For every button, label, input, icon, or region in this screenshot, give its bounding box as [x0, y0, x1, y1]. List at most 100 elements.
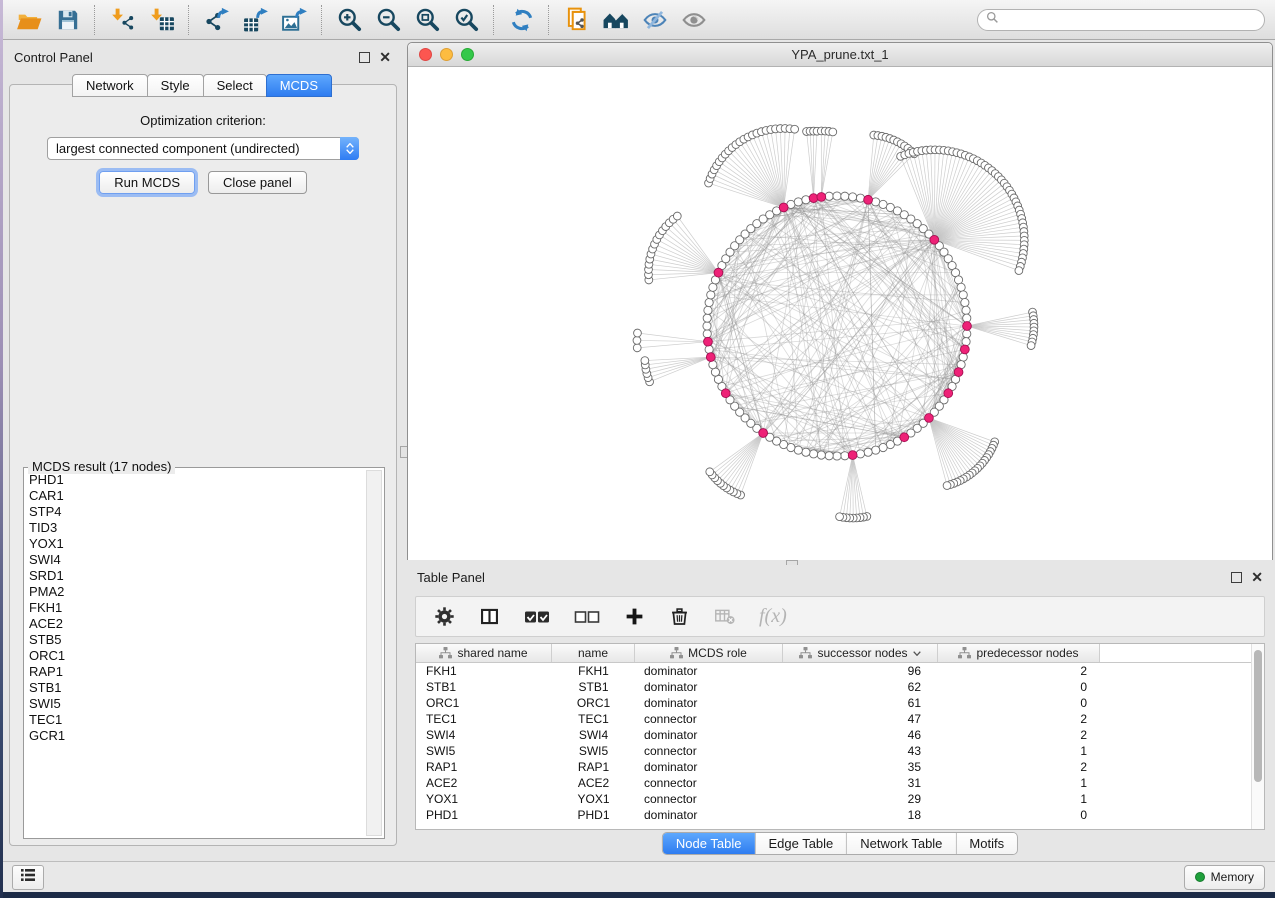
tab-motifs[interactable]: Motifs	[956, 833, 1017, 854]
network-graph[interactable]	[408, 67, 1272, 560]
table-row[interactable]: STB1STB1dominator620	[416, 679, 1264, 695]
network-window-titlebar[interactable]: YPA_prune.txt_1	[408, 43, 1272, 67]
mcds-node-item[interactable]: TEC1	[29, 712, 384, 728]
dropdown-stepper-icon[interactable]	[340, 137, 359, 160]
save-session-button[interactable]	[50, 3, 85, 37]
mcds-node-item[interactable]: SRD1	[29, 568, 384, 584]
column-label: name	[578, 646, 608, 660]
column-header-successor-nodes[interactable]: successor nodes	[783, 644, 938, 662]
table-cell: 62	[783, 679, 938, 695]
table-mode-button[interactable]	[12, 865, 44, 890]
float-table-panel-icon[interactable]	[1231, 572, 1242, 583]
table-row[interactable]: ACE2ACE2connector311	[416, 775, 1264, 791]
mcds-result-title: MCDS result (17 nodes)	[28, 459, 175, 474]
float-panel-icon[interactable]	[359, 52, 370, 63]
table-row[interactable]: SWI5SWI5connector431	[416, 743, 1264, 759]
table-cell: FKH1	[416, 663, 552, 679]
zoom-out-button[interactable]	[371, 3, 406, 37]
table-row[interactable]: ORC1ORC1dominator610	[416, 695, 1264, 711]
mcds-node-item[interactable]: SWI5	[29, 696, 384, 712]
close-panel-icon[interactable]: ✕	[379, 51, 391, 63]
table-row[interactable]: PHD1PHD1dominator180	[416, 807, 1264, 823]
tab-select[interactable]: Select	[203, 74, 267, 97]
column-header-predecessor-nodes[interactable]: predecessor nodes	[938, 644, 1100, 662]
mcds-node-item[interactable]: PMA2	[29, 584, 384, 600]
table-row[interactable]: TEC1TEC1connector472	[416, 711, 1264, 727]
export-network-button[interactable]	[199, 3, 234, 37]
column-header-name[interactable]: name	[552, 644, 635, 662]
table-mode-button[interactable]	[434, 606, 455, 627]
table-row[interactable]: RAP1RAP1dominator352	[416, 759, 1264, 775]
leaf-node-layer[interactable]	[633, 125, 1038, 522]
export-table-button[interactable]	[238, 3, 273, 37]
tab-node-table[interactable]: Node Table	[663, 833, 756, 854]
unselect-all-columns-button[interactable]	[574, 609, 600, 625]
open-file-button[interactable]	[11, 3, 46, 37]
refresh-view-button[interactable]	[504, 3, 539, 37]
table-cell: ORC1	[416, 695, 552, 711]
mcds-list-scrollbar[interactable]	[366, 470, 382, 836]
window-close-icon[interactable]	[419, 48, 432, 61]
import-table-button[interactable]	[144, 3, 179, 37]
show-graphics-button[interactable]	[676, 3, 711, 37]
search-input[interactable]	[1004, 10, 1264, 30]
network-view-window: YPA_prune.txt_1	[407, 42, 1273, 560]
select-all-columns-button[interactable]	[524, 609, 550, 625]
mcds-node-item[interactable]: STB1	[29, 680, 384, 696]
mcds-node-item[interactable]: SWI4	[29, 552, 384, 568]
mcds-node-item[interactable]: RAP1	[29, 664, 384, 680]
network-canvas[interactable]	[408, 67, 1272, 560]
window-minimize-icon[interactable]	[440, 48, 453, 61]
search-icon	[986, 11, 999, 29]
table-cell: 1	[938, 775, 1100, 791]
mcds-node-item[interactable]: STP4	[29, 504, 384, 520]
table-row[interactable]: SWI4SWI4dominator462	[416, 727, 1264, 743]
mcds-node-item[interactable]: TID3	[29, 520, 384, 536]
table-cell: connector	[635, 743, 783, 759]
refresh-view-icon	[509, 7, 535, 33]
table-cell: TEC1	[552, 711, 635, 727]
tab-mcds[interactable]: MCDS	[266, 74, 332, 97]
mcds-node-item[interactable]: GCR1	[29, 728, 384, 744]
tab-network-table[interactable]: Network Table	[847, 833, 956, 854]
hide-graphics-button[interactable]	[637, 3, 672, 37]
window-zoom-icon[interactable]	[461, 48, 474, 61]
share-document-button[interactable]	[559, 3, 594, 37]
close-table-panel-icon[interactable]: ✕	[1251, 571, 1263, 583]
mcds-node-item[interactable]: ACE2	[29, 616, 384, 632]
zoom-selected-button[interactable]	[449, 3, 484, 37]
show-columns-button[interactable]	[479, 606, 500, 627]
mcds-node-item[interactable]: YOX1	[29, 536, 384, 552]
table-cell: SWI4	[416, 727, 552, 743]
create-column-button[interactable]	[624, 606, 645, 627]
zoom-fit-button[interactable]	[410, 3, 445, 37]
column-header-shared-name[interactable]: shared name	[416, 644, 552, 662]
tab-edge-table[interactable]: Edge Table	[755, 833, 847, 854]
table-scrollbar[interactable]	[1251, 644, 1264, 829]
control-panel-title: Control Panel	[14, 50, 93, 65]
table-scrollbar-thumb[interactable]	[1254, 650, 1262, 782]
close-panel-button[interactable]: Close panel	[208, 171, 307, 194]
table-cell: 47	[783, 711, 938, 727]
mcds-node-item[interactable]: CAR1	[29, 488, 384, 504]
network-overview-button[interactable]	[598, 3, 633, 37]
import-network-button[interactable]	[105, 3, 140, 37]
memory-button[interactable]: Memory	[1184, 865, 1265, 890]
table-row[interactable]: FKH1FKH1dominator962	[416, 663, 1264, 679]
mcds-node-item[interactable]: ORC1	[29, 648, 384, 664]
mcds-node-item[interactable]: FKH1	[29, 600, 384, 616]
mcds-node-item[interactable]: STB5	[29, 632, 384, 648]
optimization-criterion-dropdown[interactable]: largest connected component (undirected)	[47, 137, 359, 160]
search-box[interactable]	[977, 9, 1265, 31]
export-image-button[interactable]	[277, 3, 312, 37]
mcds-node-item[interactable]: PHD1	[29, 472, 384, 488]
column-header-MCDS-role[interactable]: MCDS role	[635, 644, 783, 662]
tab-network[interactable]: Network	[72, 74, 148, 97]
run-mcds-button[interactable]: Run MCDS	[99, 171, 195, 194]
table-cell: 1	[938, 791, 1100, 807]
delete-columns-button[interactable]	[669, 606, 690, 627]
zoom-fit-icon	[415, 7, 441, 33]
tab-style[interactable]: Style	[147, 74, 204, 97]
zoom-in-button[interactable]	[332, 3, 367, 37]
table-row[interactable]: YOX1YOX1connector291	[416, 791, 1264, 807]
